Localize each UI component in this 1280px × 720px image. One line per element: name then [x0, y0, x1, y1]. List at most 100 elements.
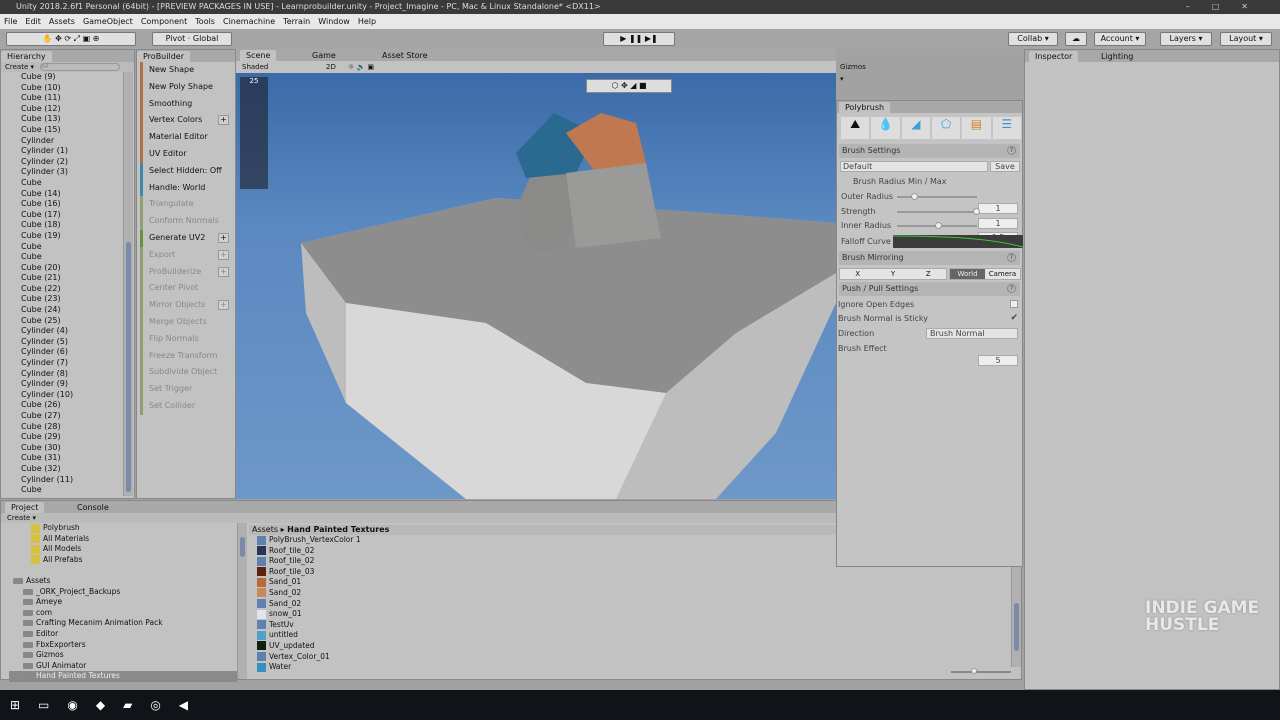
hierarchy-item[interactable]: Cube (29) — [1, 432, 134, 443]
folder-item[interactable]: FbxExporters — [9, 640, 237, 651]
menu-tools[interactable]: Tools — [195, 17, 215, 26]
assets-root-folder[interactable]: Assets — [9, 576, 237, 587]
hierarchy-item[interactable]: Cube (32) — [1, 464, 134, 475]
hierarchy-item[interactable]: Cylinder (11) — [1, 475, 134, 486]
folder-item[interactable]: _ORK_Project_Backups — [9, 587, 237, 598]
probuilder-action[interactable]: Generate UV2 + — [140, 229, 235, 247]
folder-item[interactable]: Hand Painted Textures — [9, 671, 237, 682]
space-camera-toggle[interactable]: Camera — [985, 269, 1020, 279]
menu-window[interactable]: Window — [318, 17, 350, 26]
menu-cinemachine[interactable]: Cinemachine — [223, 17, 275, 26]
window-controls[interactable]: –□✕ — [1186, 0, 1270, 14]
asset-item[interactable]: Sand_02 — [257, 599, 817, 610]
pivot-button[interactable]: Pivot — [166, 34, 186, 43]
hierarchy-scrollbar[interactable] — [123, 72, 133, 496]
layers-button[interactable]: Layers ▾ — [1160, 32, 1212, 46]
hierarchy-item[interactable]: Cylinder (3) — [1, 167, 134, 178]
outer-radius-slider[interactable] — [897, 193, 977, 200]
probuilder-action[interactable]: Freeze Transform — [140, 347, 235, 365]
probuilder-action[interactable]: Conform Normals — [140, 213, 235, 230]
probuilder-action[interactable]: Triangulate — [140, 196, 235, 214]
hierarchy-item[interactable]: Cube (23) — [1, 294, 134, 305]
help-icon[interactable]: ? — [1007, 253, 1016, 262]
tab-inspector[interactable]: Inspector — [1029, 51, 1079, 62]
direction-dropdown[interactable]: Brush Normal — [926, 328, 1018, 339]
transform-tools[interactable]: ✋ ✥ ⟳ ⤢ ▣ ⊕ — [6, 32, 136, 46]
tab-probuilder[interactable]: ProBuilder — [137, 51, 190, 62]
hierarchy-item[interactable]: Cube (25) — [1, 316, 134, 327]
probuilder-action[interactable]: Select Hidden: Off — [140, 162, 235, 180]
asset-item[interactable]: UV_updated — [257, 641, 817, 652]
polybrush-title[interactable]: Polybrush — [839, 102, 891, 113]
probuilder-mode-toolbar[interactable]: ⬡ ✥ ◢ ■ — [586, 79, 672, 93]
help-icon[interactable]: ? — [1007, 146, 1016, 155]
paint-color-icon[interactable]: ◢ — [901, 117, 930, 139]
hierarchy-item[interactable]: Cylinder (2) — [1, 157, 134, 168]
probuilder-action[interactable]: Flip Normals — [140, 330, 235, 348]
pivot-global-toggle[interactable]: Pivot · Global — [152, 32, 232, 46]
probuilder-action[interactable]: Merge Objects — [140, 313, 235, 331]
polybrush-scene-overlay[interactable]: 25 — [240, 77, 268, 189]
folder-item[interactable]: Editor — [9, 629, 237, 640]
hierarchy-item[interactable]: Cube (24) — [1, 305, 134, 316]
menu-terrain[interactable]: Terrain — [283, 17, 310, 26]
cloud-icon[interactable]: ☁ — [1065, 32, 1087, 46]
global-button[interactable]: Global — [193, 34, 219, 43]
menu-help[interactable]: Help — [358, 17, 376, 26]
menu-file[interactable]: File — [4, 17, 17, 26]
zoom-slider[interactable] — [951, 668, 1011, 674]
folder-item[interactable]: Ameye — [9, 597, 237, 608]
shading-dropdown[interactable]: Shaded — [242, 61, 268, 73]
scene-view-toggles[interactable]: ☼ 🔈 ▣ — [348, 61, 374, 73]
favorite-item[interactable]: Polybrush — [9, 523, 237, 534]
space-world-toggle[interactable]: World — [950, 269, 985, 279]
probuilder-action[interactable]: Export + — [140, 246, 235, 264]
menu-gameobject[interactable]: GameObject — [83, 17, 133, 26]
hierarchy-item[interactable]: Cylinder (7) — [1, 358, 134, 369]
folder-item[interactable]: Crafting Mecanim Animation Pack — [9, 618, 237, 629]
probuilder-action[interactable]: Handle: World — [140, 179, 235, 197]
favorite-item[interactable]: All Materials — [9, 534, 237, 545]
strength-slider[interactable] — [897, 208, 980, 215]
asset-item[interactable]: Vertex_Color_01 — [257, 652, 817, 663]
favorite-item[interactable]: All Models — [9, 544, 237, 555]
asset-item[interactable]: snow_01 — [257, 609, 817, 620]
hierarchy-item[interactable]: Cylinder (8) — [1, 369, 134, 380]
hierarchy-item[interactable]: Cube — [1, 252, 134, 263]
hierarchy-item[interactable]: Cylinder (5) — [1, 337, 134, 348]
2d-toggle[interactable]: 2D — [326, 61, 336, 73]
hierarchy-item[interactable]: Cube (11) — [1, 93, 134, 104]
tab-asset-store[interactable]: Asset Store — [376, 50, 434, 61]
probuilder-action[interactable]: Center Pivot — [140, 280, 235, 298]
gizmos-dropdown[interactable]: Gizmos ▾ — [840, 61, 866, 85]
asset-item[interactable]: Sand_02 — [257, 588, 817, 599]
probuilder-action[interactable]: Set Trigger — [140, 381, 235, 398]
tree-scrollbar[interactable] — [237, 523, 247, 679]
hierarchy-item[interactable]: Cylinder (1) — [1, 146, 134, 157]
asset-item[interactable]: Roof_tile_02 — [257, 556, 817, 567]
hierarchy-item[interactable]: Cube (15) — [1, 125, 134, 136]
hierarchy-item[interactable]: Cylinder (9) — [1, 379, 134, 390]
create-button[interactable]: Create ▾ — [5, 63, 34, 71]
favorite-item[interactable]: All Prefabs — [9, 555, 237, 566]
plus-icon[interactable]: + — [218, 249, 229, 260]
menu-edit[interactable]: Edit — [25, 17, 41, 26]
hierarchy-item[interactable]: Cube (26) — [1, 400, 134, 411]
asset-item[interactable]: Roof_tile_03 — [257, 567, 817, 578]
sculpt-mode-icon[interactable]: ⛰ — [841, 117, 870, 139]
settings-icon[interactable]: ☰ — [992, 117, 1021, 139]
hierarchy-item[interactable]: Cube (14) — [1, 189, 134, 200]
smooth-mode-icon[interactable]: 💧 — [871, 117, 900, 139]
asset-item[interactable]: Roof_tile_02 — [257, 546, 817, 557]
plus-icon[interactable]: + — [218, 266, 229, 277]
tab-hierarchy[interactable]: Hierarchy — [1, 51, 52, 62]
probuilder-action[interactable]: New Shape — [140, 62, 235, 79]
inner-radius-slider[interactable] — [897, 222, 977, 229]
project-create-button[interactable]: Create ▾ — [7, 514, 36, 522]
tab-console[interactable]: Console — [71, 502, 115, 513]
hierarchy-item[interactable]: Cube (21) — [1, 273, 134, 284]
paint-texture-icon[interactable]: ▤ — [962, 117, 991, 139]
radius-minmax-foldout[interactable]: Brush Radius Min / Max — [841, 175, 1018, 188]
folder-item[interactable]: GUI Animator — [9, 661, 237, 672]
scene-viewport[interactable]: 25 ⬡ ✥ ◢ ■ — [236, 73, 836, 499]
